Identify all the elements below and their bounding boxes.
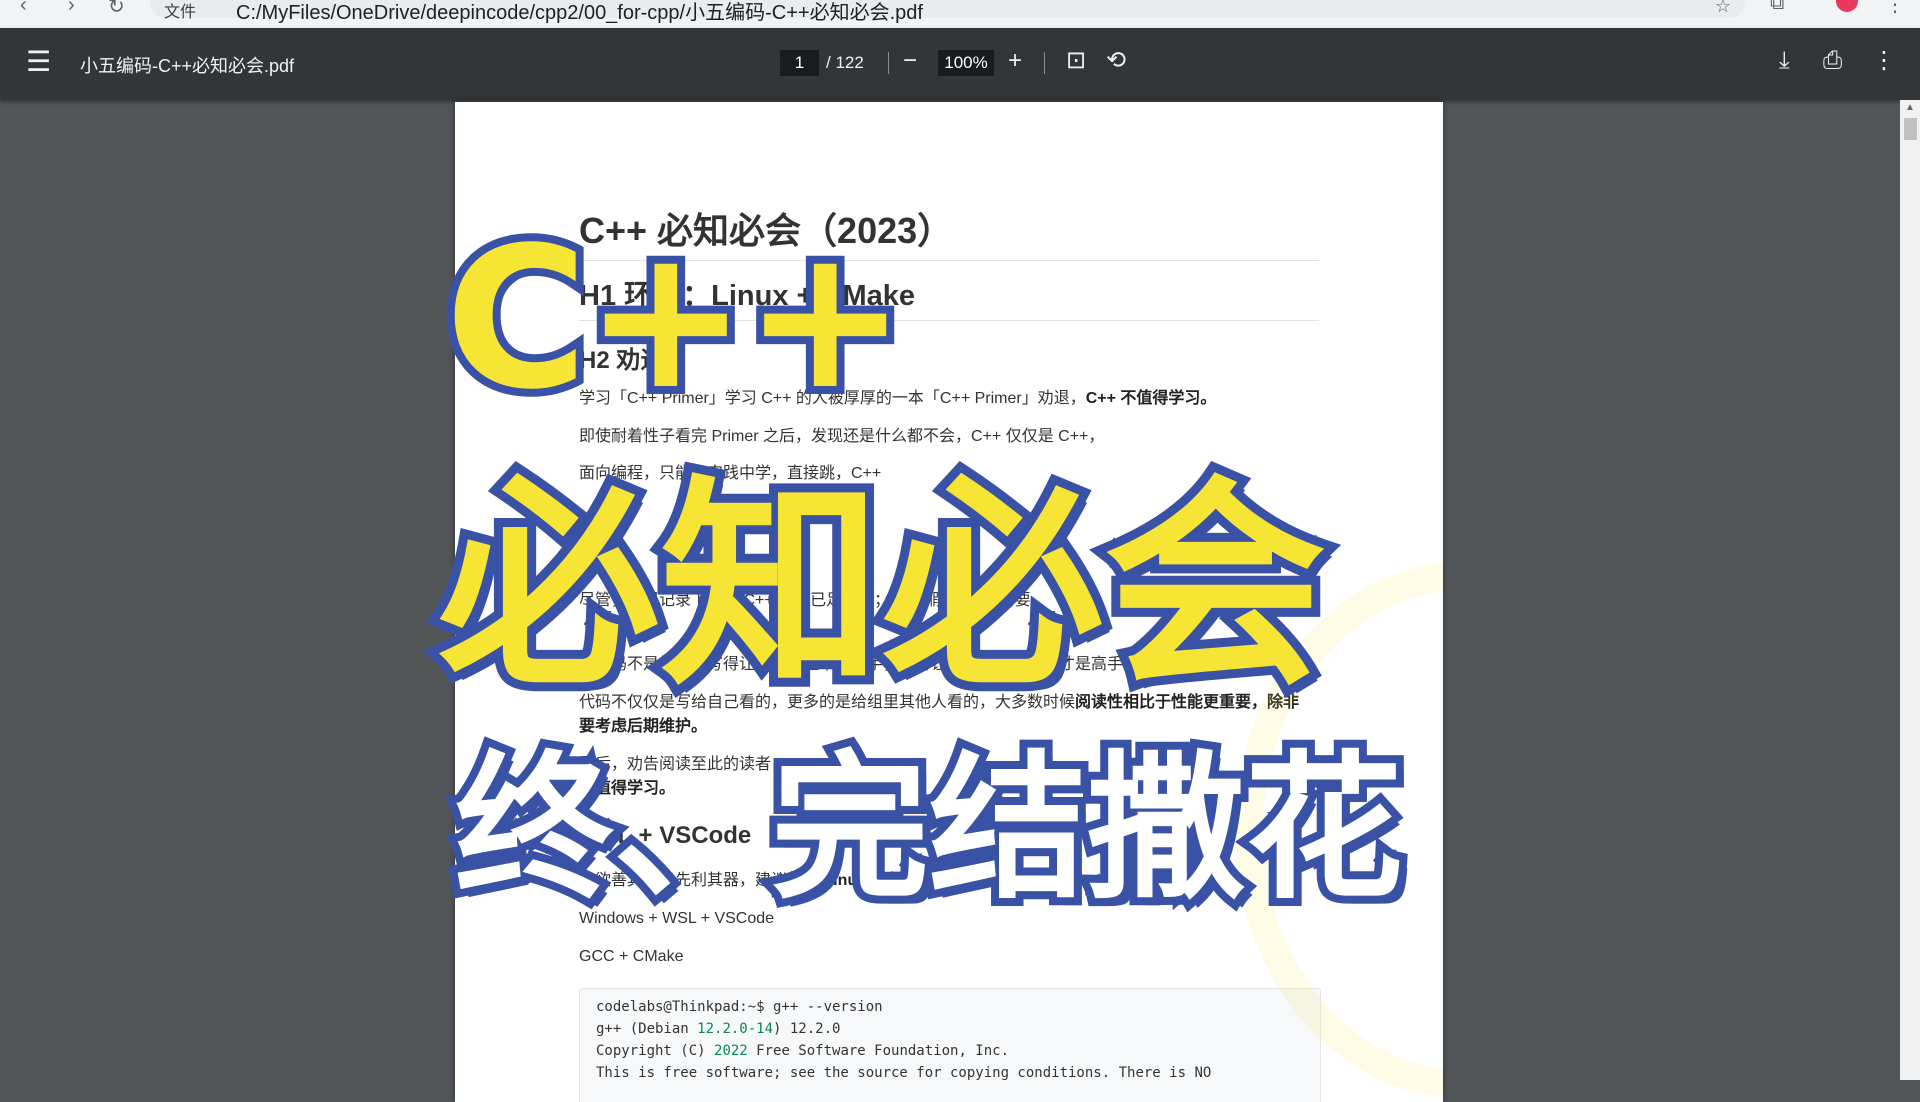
profile-avatar[interactable]	[1836, 0, 1858, 12]
zoom-out-icon[interactable]: −	[903, 46, 917, 76]
toolbar-divider	[888, 52, 889, 74]
more-actions-icon[interactable]: ⋮	[1872, 46, 1896, 76]
hamburger-menu-icon[interactable]: ☰	[26, 48, 54, 76]
vertical-scrollbar[interactable]: ▲	[1900, 100, 1920, 1080]
extensions-icon[interactable]: ⧉	[1770, 0, 1784, 15]
download-icon[interactable]: ⤓	[1779, 46, 1790, 76]
rotate-icon[interactable]: ⟲	[1106, 46, 1126, 76]
url-text[interactable]: C:/MyFiles/OneDrive/deepincode/cpp2/00_f…	[236, 0, 923, 25]
code-block: codelabs@Thinkpad:~$ g++ --version g++ (…	[579, 988, 1321, 1102]
address-bar[interactable]: 文件 C:/MyFiles/OneDrive/deepincode/cpp2/0…	[150, 0, 1745, 24]
bookmark-star-icon[interactable]: ☆	[1715, 0, 1731, 17]
overlay-cpp-text: C++	[437, 197, 915, 440]
overlay-main-title: 必知必会	[429, 449, 1335, 725]
document-title: 小五编码-C++必知必会.pdf	[80, 56, 295, 76]
back-icon[interactable]: ‹	[20, 0, 27, 17]
browser-menu-icon[interactable]: ⋮	[1885, 0, 1905, 17]
code-line: This is free software; see the source fo…	[596, 1065, 1212, 1081]
overlay-subtitle: 终、完结撒花	[447, 729, 1411, 929]
toolbar-divider	[1044, 52, 1045, 74]
reload-icon[interactable]: ↻	[108, 0, 125, 19]
forward-icon[interactable]: ›	[68, 0, 75, 17]
code-line: codelabs@Thinkpad:~$ g++ --version	[596, 999, 883, 1015]
scrollbar-thumb[interactable]	[1904, 118, 1917, 140]
code-line: Copyright (C) 2022 Free Software Foundat…	[596, 1043, 1010, 1059]
browser-address-strip: ‹ › ↻ 文件 C:/MyFiles/OneDrive/deepincode/…	[0, 0, 1920, 28]
site-info-label[interactable]: 文件	[164, 0, 196, 22]
fit-to-page-icon[interactable]: ⊡	[1066, 46, 1086, 76]
print-icon[interactable]: ⎙	[1823, 46, 1842, 76]
page-total: / 122	[826, 53, 864, 72]
page-number-input[interactable]: 1	[780, 50, 819, 76]
zoom-in-icon[interactable]: +	[1008, 46, 1022, 76]
scroll-up-arrow-icon[interactable]: ▲	[1905, 102, 1915, 113]
code-line: g++ (Debian 12.2.0-14) 12.2.0	[596, 1021, 841, 1037]
paragraph: GCC + CMake	[579, 948, 684, 965]
zoom-level-input[interactable]: 100%	[938, 50, 994, 76]
pdf-toolbar: ☰ 小五编码-C++必知必会.pdf 1 / 122 − 100% + ⊡ ⟲ …	[0, 28, 1920, 100]
